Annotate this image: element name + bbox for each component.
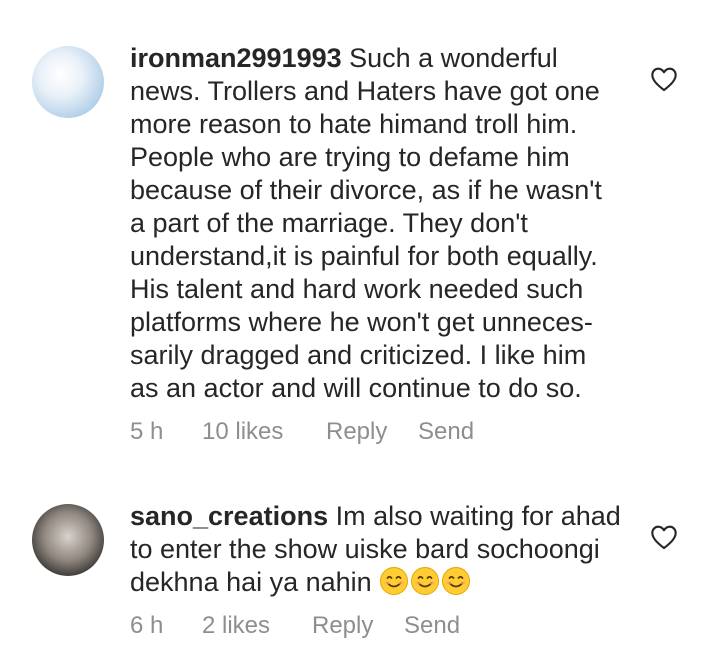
comment-text: ironman2991993 Such a wonderful news. Tr… — [130, 42, 630, 405]
smiling-face-emoji — [442, 567, 471, 595]
smiling-face-emoji — [380, 567, 409, 595]
avatar[interactable] — [32, 504, 104, 576]
comment-timestamp: 5 h — [130, 418, 164, 445]
comment-body-line: sarily dragged and criticized. I like hi… — [130, 340, 587, 370]
comment-body-line: dekhna hai ya nahin — [130, 567, 372, 597]
comment-body-line: Such a wonderful — [349, 43, 558, 73]
comment-body-line: a part of the marriage. They don't — [130, 208, 528, 238]
comment-likes-count[interactable]: 10 likes — [202, 418, 326, 446]
comment-item: ironman2991993 Such a wonderful news. Tr… — [0, 0, 720, 470]
comment-meta: 6 h 2 likes Reply Send — [130, 612, 460, 640]
comment-body-line: People who are trying to defame him — [130, 142, 570, 172]
comment-body-line: more reason to hate himand troll him. — [130, 109, 578, 139]
heart-outline-icon[interactable] — [650, 66, 678, 92]
avatar[interactable] — [32, 46, 104, 118]
comment-meta: 5 h 10 likes Reply Send — [130, 418, 474, 446]
comment-username[interactable]: sano_creations — [130, 501, 328, 531]
comment-body-line: because of their divorce, as if he wasn'… — [130, 175, 602, 205]
reply-button[interactable]: Reply — [312, 612, 404, 640]
smiling-face-emoji — [411, 567, 440, 595]
comment-item: sano_creations Im also waiting for ahad … — [0, 470, 720, 671]
comment-likes-count[interactable]: 2 likes — [202, 612, 312, 640]
comment-body-line: news. Trollers and Haters have got one — [130, 76, 600, 106]
send-button[interactable]: Send — [418, 418, 474, 446]
send-button[interactable]: Send — [404, 612, 460, 640]
comment-body-line: His talent and hard work needed such — [130, 274, 584, 304]
comment-text: sano_creations Im also waiting for ahad … — [130, 500, 630, 604]
smiling-face-emoji-group — [379, 566, 472, 604]
comment-username[interactable]: ironman2991993 — [130, 43, 342, 73]
comment-body-line: to enter the show uiske bard sochoongi — [130, 534, 600, 564]
comment-body-line: understand,it is painful for both equall… — [130, 241, 598, 271]
comment-body-line: platforms where he won't get unneces- — [130, 307, 593, 337]
comment-body-line: as an actor and will continue to do so. — [130, 373, 582, 403]
reply-button[interactable]: Reply — [326, 418, 418, 446]
comment-body-line: Im also waiting for ahad — [335, 501, 621, 531]
heart-outline-icon[interactable] — [650, 524, 678, 550]
comment-timestamp: 6 h — [130, 612, 164, 639]
